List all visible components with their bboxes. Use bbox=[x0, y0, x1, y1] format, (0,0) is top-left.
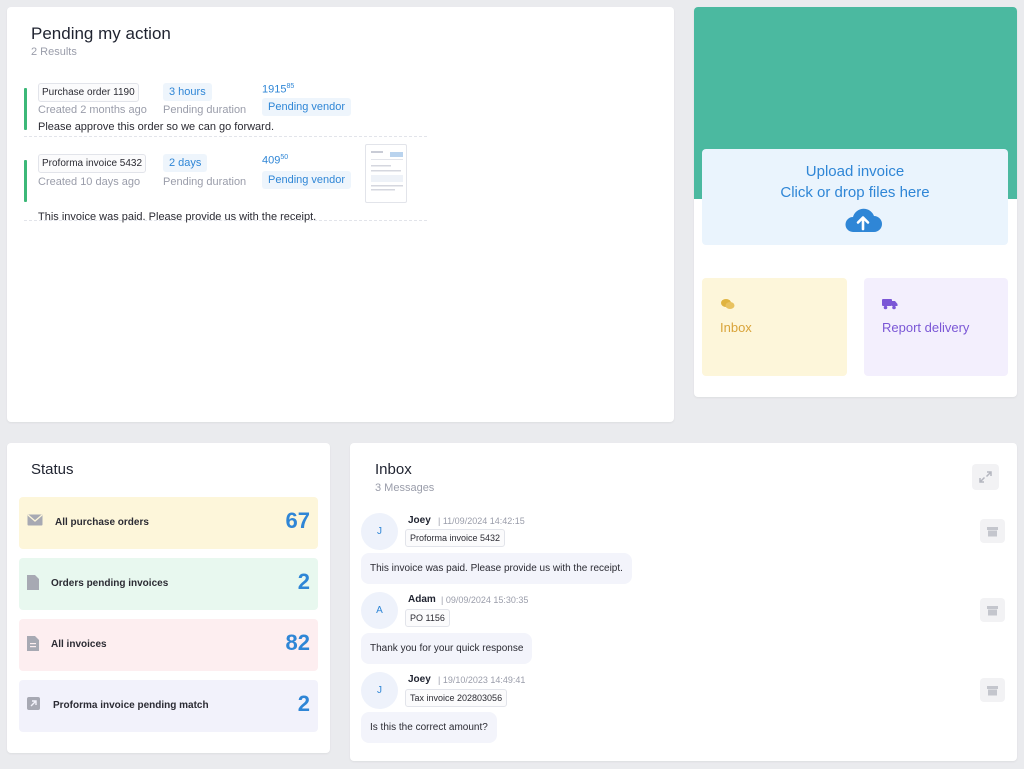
report-delivery-tile[interactable]: Report delivery bbox=[864, 278, 1008, 376]
inbox-tile[interactable]: Inbox bbox=[702, 278, 847, 376]
invoice-icon bbox=[27, 636, 39, 651]
duration-label: Pending duration bbox=[163, 176, 247, 188]
inbox-count: 3 Messages bbox=[375, 482, 435, 494]
message-ref-tag[interactable]: Tax invoice 202803056 bbox=[405, 689, 508, 707]
message-bubble: This invoice was paid. Please provide us… bbox=[361, 553, 632, 584]
status-count: 2 bbox=[297, 569, 310, 594]
archive-button[interactable] bbox=[980, 678, 1005, 702]
message-sender: Adam bbox=[408, 594, 436, 605]
status-badge: Pending vendor bbox=[262, 171, 352, 189]
archive-button[interactable] bbox=[980, 519, 1005, 543]
status-row-orders-pending-invoices[interactable]: Orders pending invoices 2 bbox=[19, 558, 318, 610]
upload-dropzone[interactable]: Upload invoice Click or drop files here bbox=[702, 149, 1008, 245]
status-count: 67 bbox=[285, 508, 310, 533]
duration-chip: 3 hours bbox=[163, 83, 212, 101]
archive-icon bbox=[987, 606, 998, 616]
document-ref[interactable]: Proforma invoice 5432 bbox=[38, 154, 147, 173]
status-count: 2 bbox=[297, 691, 310, 716]
upload-hint: Click or drop files here bbox=[780, 184, 930, 201]
status-label: All invoices bbox=[51, 639, 107, 650]
created-date: Created 2 months ago bbox=[38, 104, 147, 116]
message-date: | 11/09/2024 14:42:15 bbox=[438, 516, 525, 526]
message-date: | 19/10/2023 14:49:41 bbox=[438, 675, 526, 685]
pending-item[interactable]: Purchase order 1190 Created 2 months ago… bbox=[24, 81, 427, 137]
document-preview-icon bbox=[371, 151, 403, 191]
message-bubble: Is this the correct amount? bbox=[361, 712, 497, 743]
message-ref-tag[interactable]: PO 1156 bbox=[405, 609, 450, 627]
chat-bubbles-icon bbox=[721, 299, 735, 309]
inbox-card: Inbox 3 Messages J Joey | 11/09/2024 14:… bbox=[350, 443, 1017, 761]
pending-indicator bbox=[24, 160, 27, 202]
archive-icon bbox=[987, 527, 998, 537]
report-delivery-label: Report delivery bbox=[882, 320, 970, 335]
pending-indicator bbox=[24, 88, 27, 130]
status-row-all-invoices[interactable]: All invoices 82 bbox=[19, 619, 318, 671]
avatar: A bbox=[361, 592, 398, 629]
avatar: J bbox=[361, 672, 398, 709]
pending-count: 2 Results bbox=[31, 46, 77, 58]
envelope-icon bbox=[27, 514, 43, 526]
archive-button[interactable] bbox=[980, 598, 1005, 622]
status-card: Status All purchase orders 67 Orders pen… bbox=[7, 443, 330, 753]
status-label: All purchase orders bbox=[55, 517, 149, 528]
amount: 191585 bbox=[262, 83, 295, 96]
pending-item[interactable]: Proforma invoice 5432 Created 10 days ag… bbox=[24, 144, 427, 223]
upload-panel: Upload invoice Click or drop files here … bbox=[694, 7, 1017, 397]
expand-button[interactable] bbox=[972, 464, 999, 490]
inbox-tile-label: Inbox bbox=[720, 320, 752, 335]
status-count: 82 bbox=[285, 630, 310, 655]
duration-label: Pending duration bbox=[163, 104, 247, 116]
expand-icon bbox=[979, 471, 992, 483]
upload-title: Upload invoice bbox=[805, 163, 905, 180]
status-badge: Pending vendor bbox=[262, 98, 352, 116]
avatar: J bbox=[361, 513, 398, 550]
pending-message: Please approve this order so we can go f… bbox=[38, 121, 275, 133]
arrow-box-icon bbox=[27, 697, 40, 710]
pending-message: This invoice was paid. Please provide us… bbox=[38, 211, 317, 223]
created-date: Created 10 days ago bbox=[38, 176, 141, 188]
archive-icon bbox=[987, 686, 998, 696]
cloud-upload-icon bbox=[845, 208, 882, 232]
message-sender: Joey bbox=[408, 674, 431, 685]
message-bubble: Thank you for your quick response bbox=[361, 633, 533, 664]
status-label: Orders pending invoices bbox=[51, 578, 169, 589]
message-ref-tag[interactable]: Proforma invoice 5432 bbox=[405, 529, 506, 547]
status-label: Proforma invoice pending match bbox=[53, 700, 209, 711]
message-date: | 09/09/2024 15:30:35 bbox=[441, 595, 529, 605]
duration-chip: 2 days bbox=[163, 154, 208, 172]
status-row-proforma-pending-match[interactable]: Proforma invoice pending match 2 bbox=[19, 680, 318, 732]
pending-title: Pending my action bbox=[31, 24, 171, 43]
document-icon bbox=[27, 575, 39, 590]
document-ref[interactable]: Purchase order 1190 bbox=[38, 83, 139, 102]
truck-icon bbox=[882, 299, 898, 310]
message-sender: Joey bbox=[408, 515, 431, 526]
inbox-title: Inbox bbox=[375, 461, 412, 478]
status-title: Status bbox=[31, 461, 74, 478]
document-thumbnail[interactable] bbox=[365, 144, 407, 203]
amount: 40950 bbox=[262, 154, 289, 167]
pending-actions-card: Pending my action 2 Results Purchase ord… bbox=[7, 7, 674, 422]
status-row-purchase-orders[interactable]: All purchase orders 67 bbox=[19, 497, 318, 549]
